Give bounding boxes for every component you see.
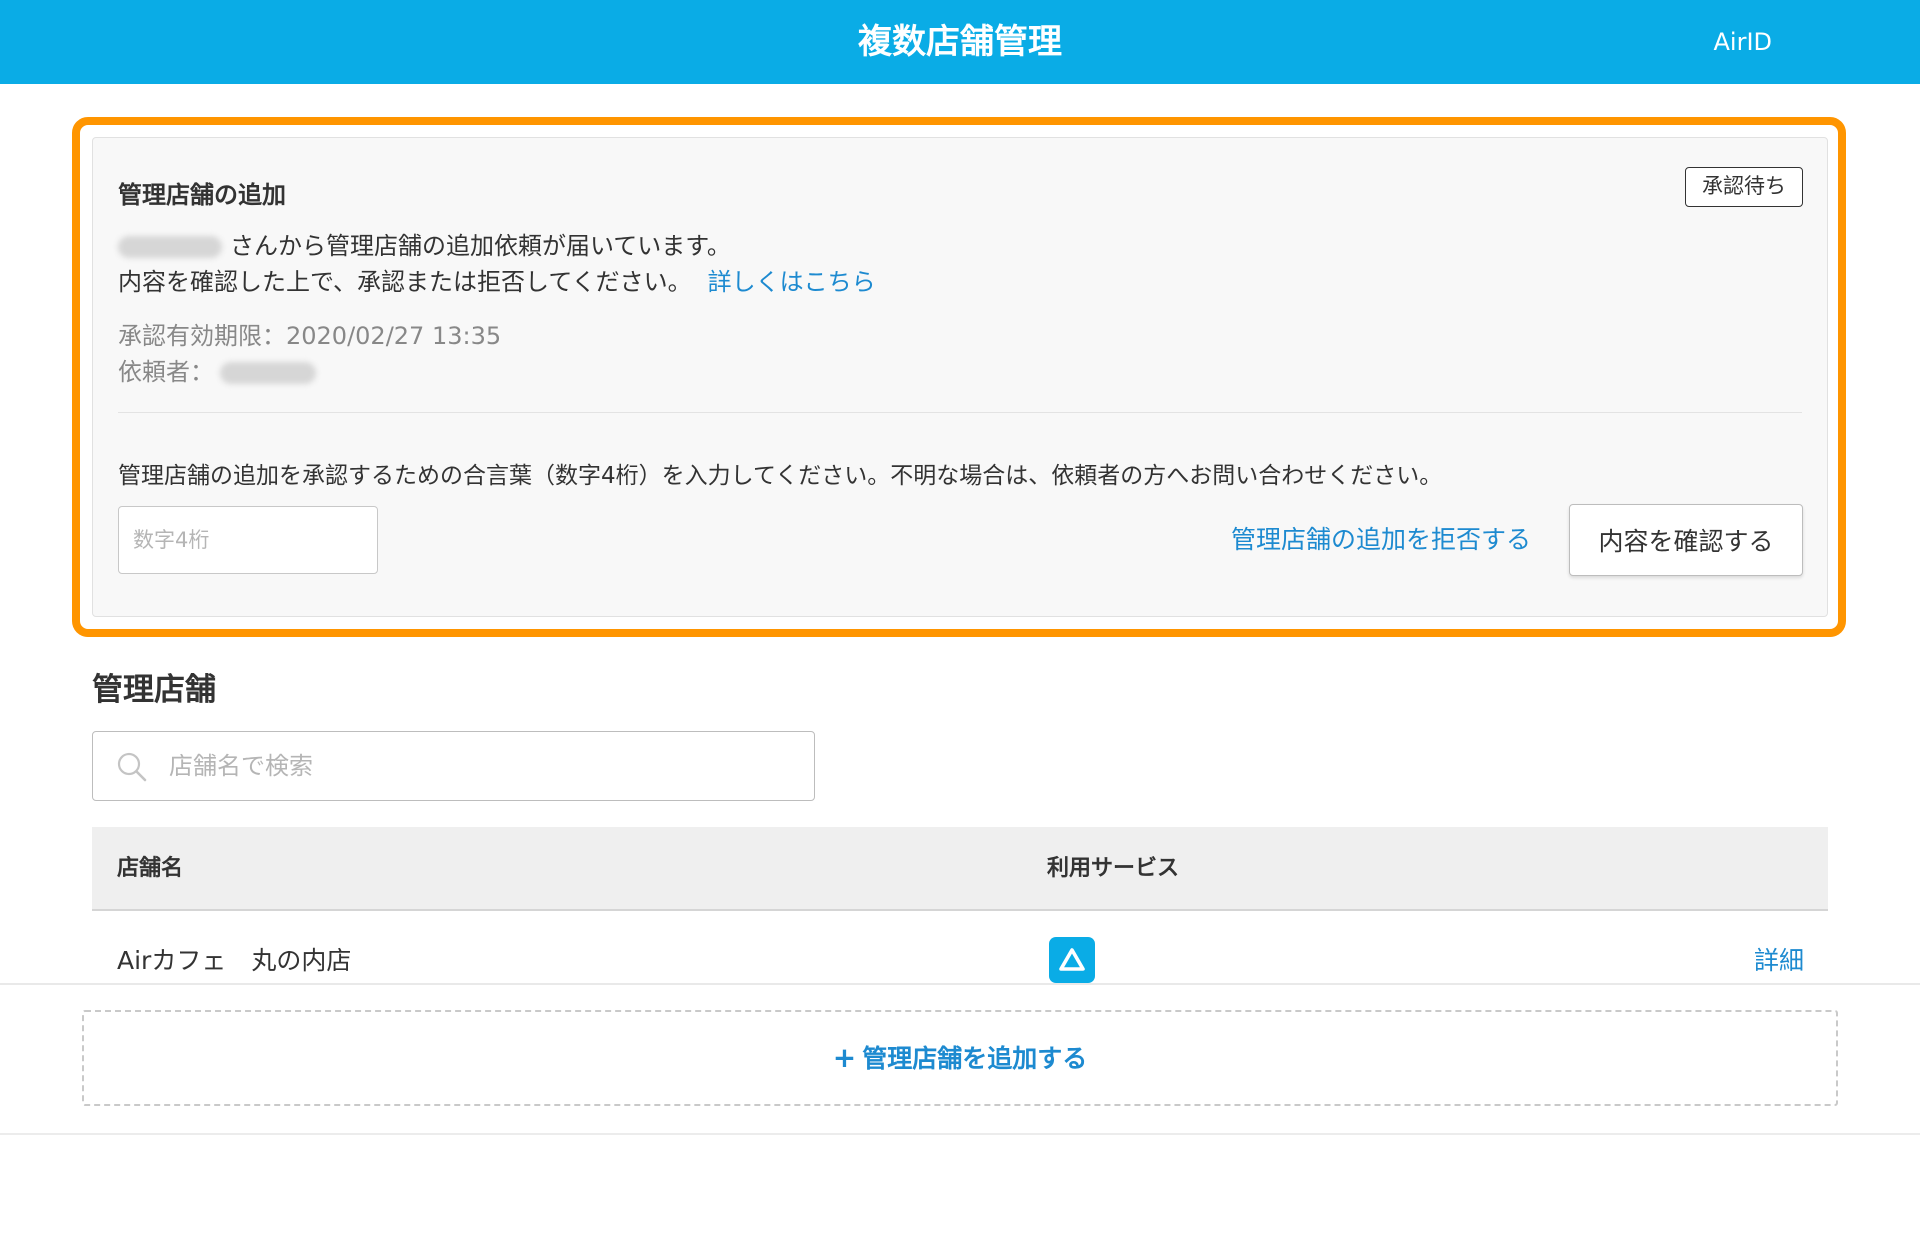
requester: 依頼者： [118, 352, 324, 387]
details-link[interactable]: 詳しくはこちら [708, 268, 876, 296]
add-managed-store-button[interactable]: + 管理店舗を追加する [82, 1010, 1838, 1106]
request-message-line2: 内容を確認した上で、承認または拒否してください。 詳しくはこちら [118, 262, 876, 297]
scroll-fade-divider [0, 983, 1920, 985]
airid-account-link[interactable]: AirID [1713, 0, 1772, 84]
passcode-instruction: 管理店舗の追加を承認するための合言葉（数字4桁）を入力してください。不明な場合は… [118, 463, 1443, 489]
store-search-input[interactable] [169, 732, 789, 799]
blurred-requester-id [220, 362, 316, 384]
confirm-content-button[interactable]: 内容を確認する [1569, 504, 1803, 576]
table-row: Airカフェ 丸の内店 詳細 [92, 913, 1828, 983]
store-search-box[interactable] [92, 731, 815, 801]
triangle-icon [1059, 948, 1085, 971]
request-card-title: 管理店舗の追加 [118, 181, 286, 209]
passcode-input[interactable] [118, 506, 378, 574]
page-title: 複数店舗管理 [858, 22, 1062, 62]
footer-divider [0, 1133, 1920, 1135]
store-detail-link[interactable]: 詳細 [1754, 941, 1804, 977]
expiry-label: 承認有効期限： [118, 322, 286, 350]
reject-request-link[interactable]: 管理店舗の追加を拒否する [1231, 520, 1531, 556]
store-addition-request-card: 管理店舗の追加 承認待ち さんから管理店舗の追加依頼が届いています。 内容を確認… [92, 137, 1828, 617]
stores-table-header: 店舗名 利用サービス [92, 827, 1828, 911]
approval-expiry: 承認有効期限：2020/02/27 13:35 [118, 316, 501, 351]
column-header-services: 利用サービス [1047, 856, 1180, 881]
request-message-line1: さんから管理店舗の追加依頼が届いています。 [118, 226, 731, 261]
requester-label: 依頼者： [118, 358, 214, 386]
airregi-service-icon [1049, 937, 1095, 983]
status-badge: 承認待ち [1685, 167, 1803, 207]
managed-stores-title: 管理店舗 [92, 672, 216, 708]
expiry-value: 2020/02/27 13:35 [286, 322, 502, 350]
column-header-store-name: 店舗名 [117, 856, 184, 881]
plus-icon: + [832, 1041, 857, 1074]
app-header: 複数店舗管理 AirID [0, 0, 1920, 84]
request-instruction-text: 内容を確認した上で、承認または拒否してください。 [118, 268, 692, 296]
blurred-requester-name [118, 236, 222, 258]
request-message-text: さんから管理店舗の追加依頼が届いています。 [230, 232, 731, 260]
search-icon [117, 752, 147, 782]
card-divider [118, 412, 1802, 413]
store-name: Airカフェ 丸の内店 [117, 946, 352, 975]
add-managed-store-label: 管理店舗を追加する [862, 1044, 1088, 1073]
